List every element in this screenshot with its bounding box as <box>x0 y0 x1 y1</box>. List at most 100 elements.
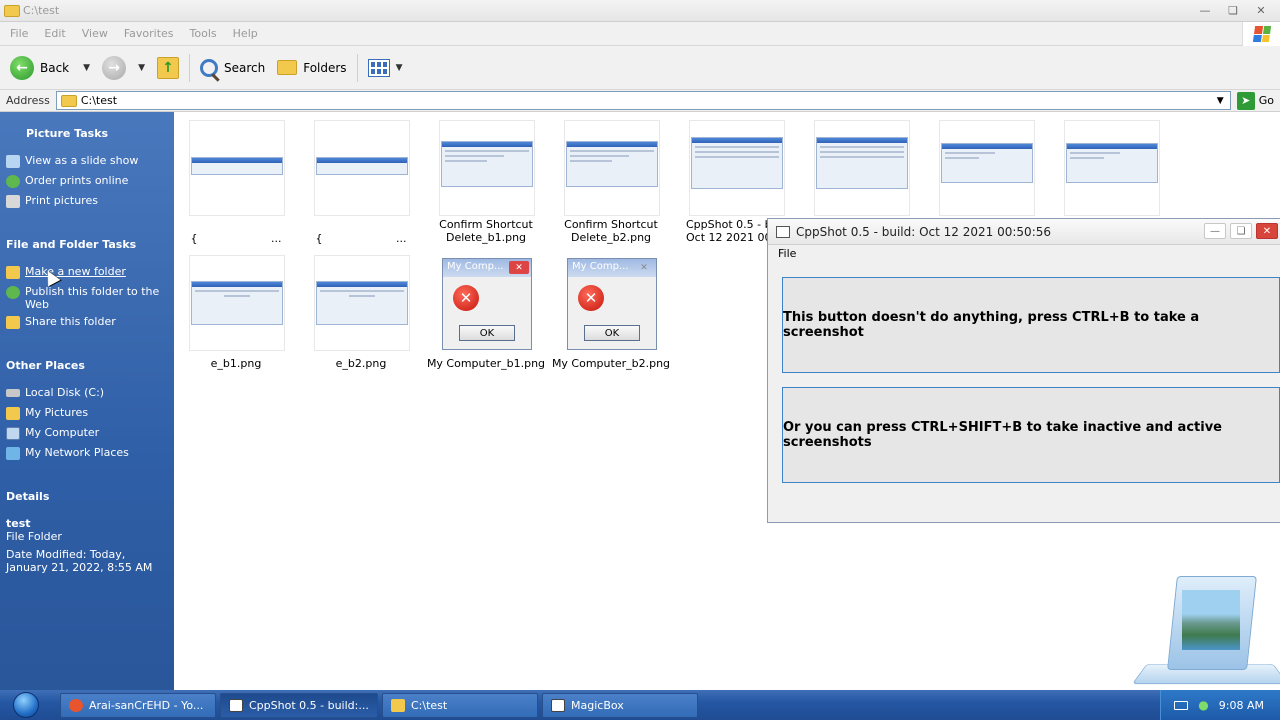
file-thumbnail[interactable] <box>939 120 1035 216</box>
file-thumbnail[interactable] <box>189 255 285 351</box>
folders-button[interactable]: Folders <box>271 51 352 85</box>
details-heading: Details <box>6 490 50 503</box>
up-folder-icon: ↑ <box>156 56 179 79</box>
cppshot-menu-file[interactable]: File <box>768 245 1280 263</box>
menu-edit[interactable]: Edit <box>36 27 73 40</box>
go-button[interactable]: ➤ Go <box>1231 91 1280 110</box>
place-my-computer[interactable]: My Computer <box>6 426 99 440</box>
toolbar-separator <box>356 53 358 82</box>
taskbar-item-magicbox[interactable]: MagicBox <box>542 693 698 718</box>
task-slideshow[interactable]: View as a slide show <box>6 154 138 168</box>
menu-file[interactable]: File <box>0 27 36 40</box>
cppshot-title: CppShot 0.5 - build: Oct 12 2021 00:50:5… <box>796 224 1051 239</box>
search-button[interactable]: Search <box>194 51 271 85</box>
maximize-button[interactable]: ❏ <box>1222 2 1244 18</box>
file-name[interactable]: Confirm Shortcut Delete_b2.png <box>549 218 673 244</box>
up-folder-button[interactable]: ↑ <box>151 51 185 85</box>
error-icon: ✕ <box>453 285 479 311</box>
taskbar-item-explorer[interactable]: C:\test <box>382 693 538 718</box>
start-button[interactable] <box>0 690 52 720</box>
new-folder-icon <box>6 266 20 279</box>
screenshot-button[interactable]: This button doesn't do anything, press C… <box>782 277 1280 373</box>
other-places-heading: Other Places <box>6 359 85 372</box>
file-thumbnail[interactable] <box>564 120 660 216</box>
file-name[interactable]: My Computer_b2.png <box>549 357 673 370</box>
address-input[interactable]: C:\test ▼ <box>55 91 1231 110</box>
file-thumbnail[interactable] <box>189 120 285 216</box>
network-tray-icon[interactable]: ● <box>1198 698 1208 712</box>
close-button[interactable]: ✕ <box>1256 223 1278 239</box>
address-dropdown-icon[interactable]: ▼ <box>1213 93 1228 108</box>
file-thumbnail[interactable] <box>1064 120 1160 216</box>
place-local-disk[interactable]: Local Disk (C:) <box>6 386 104 399</box>
file-thumbnail[interactable] <box>439 120 535 216</box>
error-icon: ✕ <box>578 285 604 311</box>
task-publish-folder[interactable]: Publish this folder to the Web <box>6 285 166 311</box>
slideshow-icon <box>6 155 20 168</box>
window-titlebar[interactable]: C:\test — ❏ ✕ <box>0 0 1280 22</box>
file-thumbnail[interactable] <box>814 120 910 216</box>
menu-tools[interactable]: Tools <box>182 27 225 40</box>
task-order-prints[interactable]: Order prints online <box>6 174 128 188</box>
file-name[interactable]: e_b2.png <box>299 357 423 370</box>
address-label: Address <box>6 94 50 107</box>
share-folder-icon <box>6 316 20 329</box>
file-name[interactable]: Confirm Shortcut Delete_b1.png <box>424 218 548 244</box>
menu-view[interactable]: View <box>74 27 116 40</box>
task-share-folder[interactable]: Share this folder <box>6 315 116 329</box>
windows-logo-icon <box>1242 22 1280 46</box>
menu-favorites[interactable]: Favorites <box>116 27 182 40</box>
keyboard-icon[interactable] <box>1174 700 1189 710</box>
task-new-folder[interactable]: Make a new folder <box>6 265 126 279</box>
picture-tasks-heading: Picture Tasks <box>26 127 109 140</box>
cppshot-window-controls: — ❏ ✕ <box>1204 223 1278 239</box>
file-thumbnail[interactable]: My Comp... ✕ ✕ OK <box>567 258 657 350</box>
details-modified: Date Modified: Today, January 21, 2022, … <box>6 548 153 574</box>
minimize-button[interactable]: — <box>1204 223 1226 239</box>
place-network[interactable]: My Network Places <box>6 446 129 460</box>
address-bar: Address C:\test ▼ ➤ Go <box>0 90 1280 112</box>
computer-icon <box>6 427 20 440</box>
forward-dropdown-icon[interactable]: ▼ <box>138 63 145 73</box>
minimize-button[interactable]: — <box>1194 2 1216 18</box>
close-button[interactable]: ✕ <box>1250 2 1272 18</box>
printer-icon <box>6 195 20 208</box>
file-thumbnail[interactable] <box>689 120 785 216</box>
screenshot-dual-button[interactable]: Or you can press CTRL+SHIFT+B to take in… <box>782 387 1280 483</box>
start-orb-icon <box>13 692 39 718</box>
file-thumbnail[interactable]: My Comp... ✕ ✕ OK <box>442 258 532 350</box>
search-icon <box>199 58 218 77</box>
cppshot-titlebar[interactable]: CppShot 0.5 - build: Oct 12 2021 00:50:5… <box>768 219 1280 245</box>
search-label: Search <box>223 60 266 75</box>
menu-help[interactable]: Help <box>225 27 266 40</box>
taskbar-item-cppshot[interactable]: CppShot 0.5 - build:... <box>220 693 378 718</box>
file-folder-tasks-heading: File and Folder Tasks <box>6 238 137 251</box>
views-button[interactable]: ▼ <box>362 51 409 85</box>
desktop-picture-icon[interactable] <box>1131 572 1280 690</box>
taskbar-item-browser[interactable]: Arai-sanCrEHD - Yo... <box>60 693 216 718</box>
window-title: C:\test <box>23 4 60 17</box>
pictures-folder-icon <box>6 407 20 420</box>
file-name[interactable]: e_b1.png <box>174 357 298 370</box>
file-name[interactable]: { ... <box>299 232 423 245</box>
close-icon: ✕ <box>640 262 648 273</box>
firefox-icon <box>69 699 83 712</box>
taskbar: Arai-sanCrEHD - Yo... CppShot 0.5 - buil… <box>0 690 1280 720</box>
clock[interactable]: 9:08 AM <box>1219 699 1264 712</box>
back-dropdown-icon[interactable]: ▼ <box>83 63 90 73</box>
place-my-pictures[interactable]: My Pictures <box>6 406 88 420</box>
maximize-button[interactable]: ❏ <box>1230 223 1252 239</box>
back-button[interactable]: ← Back ▼ <box>0 51 96 85</box>
system-tray: ● 9:08 AM <box>1160 690 1280 720</box>
file-thumbnail[interactable] <box>314 255 410 351</box>
cppshot-window: CppShot 0.5 - build: Oct 12 2021 00:50:5… <box>767 218 1280 523</box>
toolbar-separator <box>188 53 190 82</box>
file-thumbnail[interactable] <box>314 120 410 216</box>
folder-icon <box>60 94 77 107</box>
forward-button[interactable]: → ▼ <box>96 51 151 85</box>
app-window-icon <box>551 699 565 712</box>
task-print-pictures[interactable]: Print pictures <box>6 194 98 208</box>
close-icon: ✕ <box>509 261 529 274</box>
file-name[interactable]: { ... <box>174 232 298 245</box>
file-name[interactable]: My Computer_b1.png <box>424 357 548 370</box>
